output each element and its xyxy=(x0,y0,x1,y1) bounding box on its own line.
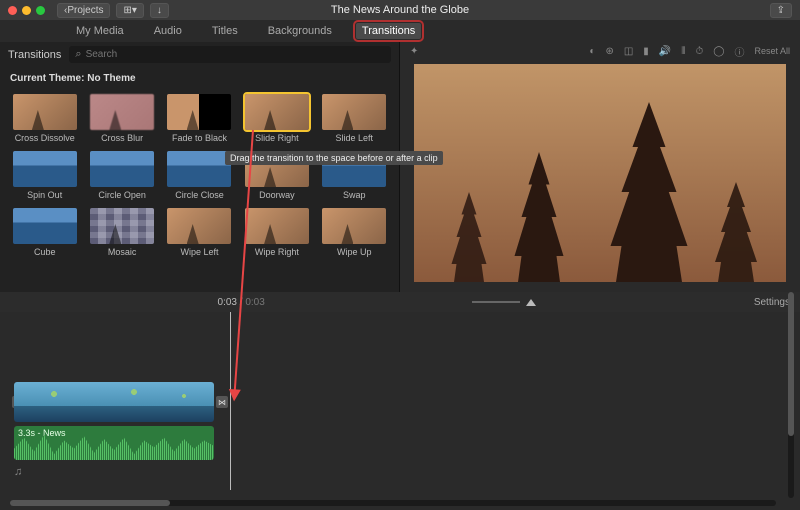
transitions-grid: Cross Dissolve Cross Blur Fade to Black … xyxy=(0,90,399,261)
zoom-slider[interactable] xyxy=(472,301,520,303)
titlebar: ‹ Projects ⊞▾ ↓ The News Around the Glob… xyxy=(0,0,800,20)
transition-item[interactable]: Circle Open xyxy=(87,151,156,200)
preview-content xyxy=(706,182,766,282)
transition-item[interactable]: Mosaic xyxy=(87,208,156,257)
settings-button[interactable]: Settings xyxy=(754,297,790,308)
tab-transitions[interactable]: Transitions xyxy=(356,23,421,39)
transition-item[interactable]: Spin Out xyxy=(10,151,79,200)
info-icon[interactable]: ⓘ xyxy=(734,44,744,59)
reset-all-button[interactable]: Reset All xyxy=(754,46,790,56)
color-correct-icon[interactable]: ⊛ xyxy=(605,46,613,57)
transition-slot-right[interactable]: ⋈ xyxy=(216,396,228,408)
filter-icon[interactable]: ◯ xyxy=(713,46,724,57)
tab-my-media[interactable]: My Media xyxy=(70,23,130,39)
close-icon[interactable] xyxy=(8,6,17,15)
stabilize-icon[interactable]: ▮ xyxy=(643,46,649,57)
preview-viewport[interactable] xyxy=(414,64,786,282)
eq-icon[interactable]: ⫴ xyxy=(681,46,685,57)
import-button[interactable]: ⊞▾ xyxy=(116,3,143,18)
share-button[interactable]: ⇪ xyxy=(770,3,792,18)
color-balance-icon[interactable]: ◐ xyxy=(589,46,595,57)
horizontal-scrollbar[interactable] xyxy=(10,500,776,506)
search-icon: ⌕ xyxy=(75,48,81,61)
project-title: The News Around the Globe xyxy=(331,4,469,16)
timeline[interactable]: ⋈ ⋈ 3.3s - News ♫ xyxy=(0,312,800,510)
crop-icon[interactable]: ◫ xyxy=(624,46,633,57)
waveform xyxy=(14,432,214,460)
search-input[interactable]: ⌕ xyxy=(69,46,391,63)
browser-title: Transitions xyxy=(8,49,61,61)
volume-icon[interactable]: 🔊 xyxy=(659,46,671,57)
speed-icon[interactable]: ⏱ xyxy=(695,46,703,57)
theme-label: Current Theme: No Theme xyxy=(0,67,399,90)
transition-item[interactable]: Cross Dissolve xyxy=(10,94,79,143)
preview-content xyxy=(594,102,704,282)
transition-item[interactable]: Wipe Right xyxy=(242,208,311,257)
download-button[interactable]: ↓ xyxy=(150,3,169,18)
preview-content xyxy=(444,192,494,282)
transition-item[interactable]: Slide Left xyxy=(320,94,389,143)
timeline-header: 0:03 / 0:03 Settings xyxy=(0,292,800,312)
transition-item[interactable]: Cube xyxy=(10,208,79,257)
preview-pane: ✦ ◐ ⊛ ◫ ▮ 🔊 ⫴ ⏱ ◯ ⓘ Reset All xyxy=(400,42,800,292)
transition-item[interactable]: Cross Blur xyxy=(87,94,156,143)
tab-backgrounds[interactable]: Backgrounds xyxy=(262,23,338,39)
projects-button[interactable]: ‹ Projects xyxy=(57,3,110,18)
video-clip[interactable]: ⋈ ⋈ 3.3s - News ♫ xyxy=(14,382,214,478)
transitions-browser: Transitions ⌕ Current Theme: No Theme Cr… xyxy=(0,42,400,292)
drag-tooltip: Drag the transition to the space before … xyxy=(225,151,443,165)
transition-item[interactable]: Wipe Left xyxy=(165,208,234,257)
library-tabs: My Media Audio Titles Backgrounds Transi… xyxy=(0,20,800,42)
tab-titles[interactable]: Titles xyxy=(206,23,244,39)
zoom-icon[interactable] xyxy=(36,6,45,15)
preview-content xyxy=(504,152,574,282)
transition-item[interactable]: Wipe Up xyxy=(320,208,389,257)
wand-icon[interactable]: ✦ xyxy=(410,46,418,57)
vertical-scrollbar[interactable] xyxy=(788,292,794,498)
tab-audio[interactable]: Audio xyxy=(148,23,188,39)
transition-item[interactable]: Fade to Black xyxy=(165,94,234,143)
zoom-indicator-icon xyxy=(526,299,536,306)
preview-toolbar: ✦ ◐ ⊛ ◫ ▮ 🔊 ⫴ ⏱ ◯ ⓘ Reset All xyxy=(400,42,800,60)
window-controls xyxy=(8,6,45,15)
music-track-icon: ♫ xyxy=(14,466,214,478)
minimize-icon[interactable] xyxy=(22,6,31,15)
audio-clip[interactable]: 3.3s - News xyxy=(14,426,214,460)
audio-clip-label: 3.3s - News xyxy=(18,428,66,438)
transition-item[interactable]: Circle Close xyxy=(165,151,234,200)
